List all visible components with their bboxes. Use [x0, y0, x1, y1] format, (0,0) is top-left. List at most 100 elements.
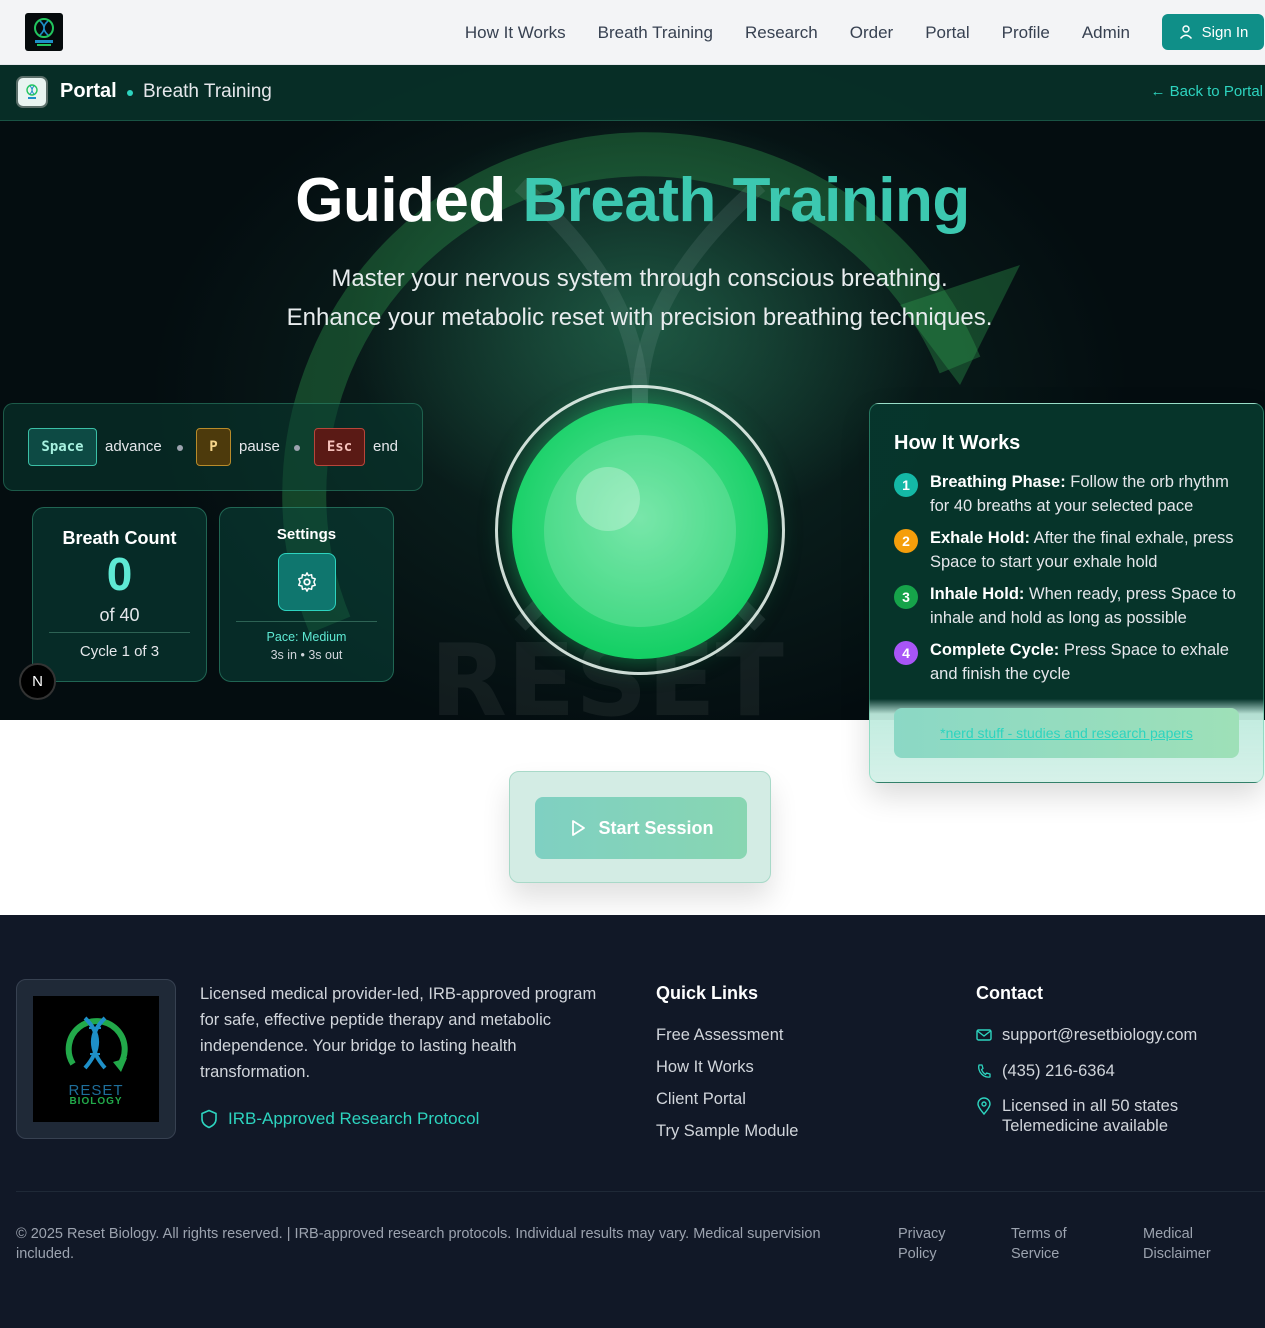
nav-breath-training[interactable]: Breath Training [598, 23, 713, 43]
play-icon [572, 820, 586, 836]
shield-icon [201, 1109, 217, 1129]
sign-in-button[interactable]: Sign In [1162, 14, 1264, 50]
footer-link-client-portal[interactable]: Client Portal [656, 1090, 746, 1109]
quick-links-title: Quick Links [656, 983, 759, 1003]
step-number: 4 [894, 641, 918, 665]
step-number: 3 [894, 585, 918, 609]
breath-count-card: Breath Count 0 of 40 Cycle 1 of 3 [32, 507, 207, 682]
nav-order[interactable]: Order [850, 23, 893, 43]
floating-n-button[interactable]: N [19, 663, 56, 700]
separator-dot [294, 445, 300, 451]
portal-header-bar: Portal Breath Training ← Back to Portal [0, 65, 1265, 121]
p-key: P [196, 428, 231, 466]
step-heading: Exhale Hold: [930, 529, 1030, 547]
p-key-label: pause [239, 438, 280, 455]
nav-how-it-works[interactable]: How It Works [465, 23, 566, 43]
esc-key-label: end [373, 438, 399, 455]
step-number: 1 [894, 473, 918, 497]
research-papers-link[interactable]: *nerd stuff - studies and research paper… [894, 708, 1239, 758]
step-number: 2 [894, 529, 918, 553]
nav-admin[interactable]: Admin [1082, 23, 1130, 43]
title-part-2: Breath Training [522, 166, 971, 235]
title-part-1: Guided [295, 166, 506, 235]
hero-subtitle-line-2: Enhance your metabolic reset with precis… [286, 304, 993, 331]
step-2: 2 Exhale Hold: After the final exhale, p… [894, 526, 1244, 574]
back-to-portal-link[interactable]: ← Back to Portal [1150, 83, 1263, 100]
esc-key: Esc [314, 428, 365, 466]
footer-link-sample-module[interactable]: Try Sample Module [656, 1122, 798, 1141]
nav-research[interactable]: Research [745, 23, 818, 43]
irb-badge[interactable]: IRB-Approved Research Protocol [200, 1109, 479, 1129]
phone-icon [978, 1064, 991, 1078]
start-session-container: Start Session [509, 771, 771, 883]
logo-text-biology: BIOLOGY [69, 1096, 123, 1107]
site-footer: RESET BIOLOGY Licensed medical provider-… [0, 915, 1265, 1328]
nav-profile[interactable]: Profile [1002, 23, 1050, 43]
settings-card: Settings Pace: Medium 3s in • 3s out [219, 507, 394, 682]
start-session-button[interactable]: Start Session [535, 797, 747, 859]
top-navigation: How It Works Breath Training Research Or… [0, 0, 1265, 65]
start-session-label: Start Session [598, 817, 714, 838]
how-it-works-title: How It Works [894, 432, 1021, 454]
copyright-text: © 2025 Reset Biology. All rights reserve… [16, 1226, 821, 1262]
user-icon [1179, 25, 1192, 39]
footer-logo: RESET BIOLOGY [16, 979, 176, 1139]
pace-timing: 3s in • 3s out [270, 648, 343, 662]
step-4: 4 Complete Cycle: Press Space to exhale … [894, 638, 1244, 686]
orb-inner-ring [544, 435, 736, 627]
contact-location: Licensed in all 50 states Telemedicine a… [976, 1096, 1178, 1136]
site-logo[interactable] [25, 13, 63, 51]
mail-icon [976, 1029, 992, 1041]
location-line-1: Licensed in all 50 states [1002, 1097, 1179, 1115]
medical-disclaimer-link[interactable]: Medical Disclaimer [1143, 1224, 1223, 1264]
space-key-label: advance [105, 438, 162, 455]
separator-dot [127, 90, 133, 96]
pace-setting: Pace: Medium [266, 630, 347, 644]
step-heading: Complete Cycle: [930, 641, 1060, 659]
footer-link-how-it-works[interactable]: How It Works [656, 1058, 754, 1077]
dna-logo-icon [34, 18, 54, 46]
location-line-2: Telemedicine available [1002, 1117, 1169, 1135]
cycle-indicator: Cycle 1 of 3 [79, 643, 160, 660]
irb-label: IRB-Approved Research Protocol [228, 1109, 480, 1128]
how-it-works-panel: How It Works 1 Breathing Phase: Follow t… [869, 403, 1264, 783]
step-heading: Inhale Hold: [930, 585, 1025, 603]
separator-dot [177, 445, 183, 451]
breath-orb[interactable] [512, 403, 768, 659]
portal-subtitle: Breath Training [143, 81, 272, 102]
footer-logo-image: RESET BIOLOGY [33, 996, 159, 1122]
gear-icon [297, 572, 316, 592]
breath-count-total: of 40 [99, 605, 140, 625]
footer-divider [16, 1191, 1265, 1192]
dna-icon [26, 84, 38, 99]
nav-links: How It Works Breath Training Research Or… [465, 0, 1130, 65]
portal-logo-icon[interactable] [16, 76, 48, 108]
breath-count-value: 0 [106, 548, 133, 600]
breath-count-title: Breath Count [62, 528, 177, 548]
footer-link-free-assessment[interactable]: Free Assessment [656, 1026, 783, 1045]
footer-description: Licensed medical provider-led, IRB-appro… [200, 985, 597, 1081]
contact-title: Contact [976, 983, 1043, 1003]
map-pin-icon [977, 1097, 991, 1116]
terms-of-service-link[interactable]: Terms of Service [1011, 1224, 1091, 1264]
settings-button[interactable] [277, 553, 336, 611]
contact-email[interactable]: support@resetbiology.com [976, 1026, 1197, 1045]
contact-email-text: support@resetbiology.com [1002, 1026, 1198, 1044]
contact-phone-text: (435) 216-6364 [1002, 1062, 1115, 1080]
orb-core [576, 467, 640, 531]
step-heading: Breathing Phase: [930, 473, 1066, 491]
step-1: 1 Breathing Phase: Follow the orb rhythm… [894, 470, 1244, 518]
nav-portal[interactable]: Portal [925, 23, 969, 43]
divider [49, 632, 190, 633]
portal-title[interactable]: Portal [60, 80, 117, 103]
hero-subtitle-line-1: Master your nervous system through consc… [331, 265, 948, 292]
contact-phone[interactable]: (435) 216-6364 [976, 1062, 1115, 1081]
page-title: Guided Breath Training [0, 165, 1265, 236]
step-3: 3 Inhale Hold: When ready, press Space t… [894, 582, 1244, 630]
sign-in-label: Sign In [1201, 23, 1249, 41]
privacy-policy-link[interactable]: Privacy Policy [898, 1224, 968, 1264]
divider [236, 621, 377, 622]
settings-title: Settings [276, 526, 337, 543]
space-key: Space [28, 428, 97, 466]
keyboard-shortcuts: Space advance P pause Esc end [3, 403, 423, 491]
